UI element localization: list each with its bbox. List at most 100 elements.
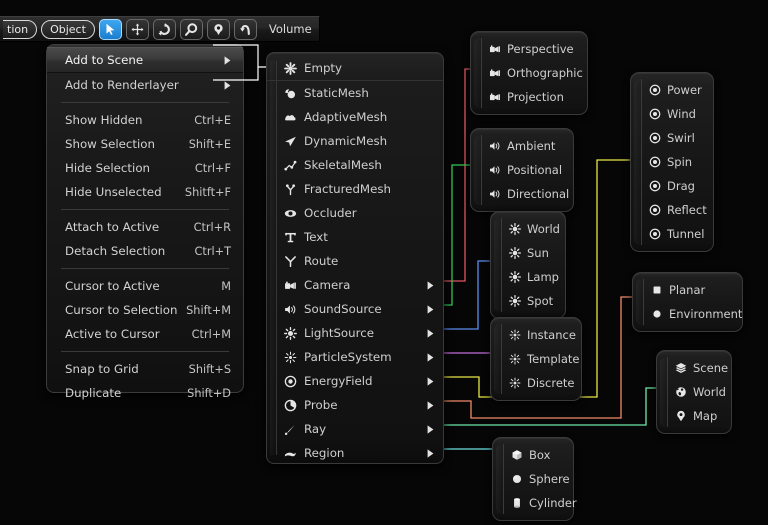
submenu-item-ray[interactable]: Ray xyxy=(267,417,443,441)
popup-item-label: Sun xyxy=(527,246,549,260)
menu-item-shortcut: M xyxy=(221,279,231,293)
popup-item-scene[interactable]: Scene xyxy=(657,356,731,380)
submenu-item-lightsource[interactable]: LightSource xyxy=(267,321,443,345)
globe-icon xyxy=(673,386,688,398)
ray-popup: Scene World Map xyxy=(656,350,732,434)
target-icon xyxy=(647,156,662,168)
popup-item-label: Projection xyxy=(507,90,564,104)
submenu-item-probe[interactable]: Probe xyxy=(267,393,443,417)
popup-item-spin[interactable]: Spin xyxy=(631,150,713,174)
menu-item-active-to-cursor[interactable]: Active to Cursor Ctrl+M xyxy=(47,322,243,346)
popup-item-spot[interactable]: Spot xyxy=(491,289,565,313)
popup-item-label: Discrete xyxy=(527,376,575,390)
submenu-arrow-icon xyxy=(427,376,434,386)
submenu-item-staticmesh[interactable]: StaticMesh xyxy=(267,81,443,105)
sun-icon xyxy=(507,295,522,307)
menu-item-shortcut: Shift+D xyxy=(187,386,231,400)
popup-item-drag[interactable]: Drag xyxy=(631,174,713,198)
popup-item-label: Map xyxy=(693,409,718,423)
submenu-item-energyfield[interactable]: EnergyField xyxy=(267,369,443,393)
submenu-arrow-icon xyxy=(427,352,434,362)
popup-item-ambient[interactable]: Ambient xyxy=(471,134,573,158)
menu-item-label: Detach Selection xyxy=(65,244,166,258)
menu-item-attach-to-active[interactable]: Attach to Active Ctrl+R xyxy=(47,215,243,239)
menu-item-show-selection[interactable]: Show Selection Shift+E xyxy=(47,132,243,156)
popup-item-lamp[interactable]: Lamp xyxy=(491,265,565,289)
menu-item-label: Active to Cursor xyxy=(65,327,160,341)
popup-item-directional[interactable]: Directional xyxy=(471,182,573,206)
popup-item-planar[interactable]: Planar xyxy=(633,278,742,302)
camera-icon xyxy=(487,67,502,79)
menu-item-cursor-to-active[interactable]: Cursor to Active M xyxy=(47,274,243,298)
particle-icon xyxy=(507,353,522,365)
popup-item-instance[interactable]: Instance xyxy=(491,323,581,347)
square-icon xyxy=(649,284,664,296)
popup-item-wind[interactable]: Wind xyxy=(631,102,713,126)
submenu-arrow-icon xyxy=(427,280,434,290)
menu-item-hide-unselected[interactable]: Hide Unselected Shitft+F xyxy=(47,180,243,204)
submenu-item-soundsource[interactable]: SoundSource xyxy=(267,297,443,321)
menu-item-show-hidden[interactable]: Show Hidden Ctrl+E xyxy=(47,108,243,132)
light-popup: World Sun Lamp Spot xyxy=(490,211,566,319)
submenu-arrow-icon xyxy=(224,80,231,90)
target-icon xyxy=(282,375,298,388)
submenu-item-skeletalmesh[interactable]: SkeletalMesh xyxy=(267,153,443,177)
menu-separator xyxy=(61,209,229,210)
route-y-icon xyxy=(282,255,298,268)
popup-item-world[interactable]: World xyxy=(491,217,565,241)
submenu-item-occluder[interactable]: Occluder xyxy=(267,201,443,225)
popup-item-cylinder[interactable]: Cylinder xyxy=(493,491,577,515)
fracture-icon xyxy=(282,183,298,196)
popup-item-discrete[interactable]: Discrete xyxy=(491,371,581,395)
sun-icon xyxy=(507,271,522,283)
popup-item-template[interactable]: Template xyxy=(491,347,581,371)
menu-item-hide-selection[interactable]: Hide Selection Ctrl+F xyxy=(47,156,243,180)
particle-icon xyxy=(507,329,522,341)
menu-item-detach-selection[interactable]: Detach Selection Ctrl+T xyxy=(47,239,243,263)
menu-item-cursor-to-selection[interactable]: Cursor to Selection Shift+M xyxy=(47,298,243,322)
sound-popup: Ambient Positional Directional xyxy=(470,128,574,212)
submenu-item-route[interactable]: Route xyxy=(267,249,443,273)
popup-item-power[interactable]: Power xyxy=(631,78,713,102)
popup-item-reflect[interactable]: Reflect xyxy=(631,198,713,222)
popup-item-sun[interactable]: Sun xyxy=(491,241,565,265)
submenu-item-label: SoundSource xyxy=(304,302,382,316)
submenu-item-fracturedmesh[interactable]: FracturedMesh xyxy=(267,177,443,201)
popup-item-tunnel[interactable]: Tunnel xyxy=(631,222,713,246)
popup-item-sphere[interactable]: Sphere xyxy=(493,467,573,491)
submenu-item-camera[interactable]: Camera xyxy=(267,273,443,297)
popup-item-box[interactable]: Box xyxy=(493,443,573,467)
popup-item-positional[interactable]: Positional xyxy=(471,158,573,182)
menu-item-add-to-scene[interactable]: Add to Scene xyxy=(47,47,243,73)
menu-item-add-to-renderlayer[interactable]: Add to Renderlayer xyxy=(47,73,243,97)
menu-item-snap-to-grid[interactable]: Snap to Grid Shift+S xyxy=(47,357,243,381)
submenu-item-region[interactable]: Region xyxy=(267,441,443,465)
submenu-item-particlesystem[interactable]: ParticleSystem xyxy=(267,345,443,369)
submenu-item-text[interactable]: Text xyxy=(267,225,443,249)
popup-item-label: Swirl xyxy=(667,131,695,145)
popup-item-environment[interactable]: Environment xyxy=(633,302,742,326)
submenu-item-empty[interactable]: Empty xyxy=(267,56,443,81)
menu-item-shortcut: Ctrl+E xyxy=(194,113,231,127)
menu-item-label: Hide Unselected xyxy=(65,185,162,199)
target-icon xyxy=(647,180,662,192)
menu-item-label: Cursor to Selection xyxy=(65,303,178,317)
popup-item-label: World xyxy=(527,222,560,236)
popup-item-projection[interactable]: Projection xyxy=(471,85,587,109)
menu-item-shortcut: Shift+S xyxy=(188,362,231,376)
popup-item-map[interactable]: Map xyxy=(657,404,731,428)
popup-item-label: Wind xyxy=(667,107,696,121)
cloud-mesh-icon xyxy=(282,111,298,124)
popup-item-swirl[interactable]: Swirl xyxy=(631,126,713,150)
popup-item-world[interactable]: World xyxy=(657,380,731,404)
popup-item-orthographic[interactable]: Orthographic xyxy=(471,61,587,85)
menu-item-label: Show Selection xyxy=(65,137,155,151)
submenu-item-label: Occluder xyxy=(304,206,357,220)
menu-item-duplicate[interactable]: Duplicate Shift+D xyxy=(47,381,243,405)
submenu-item-adaptivemesh[interactable]: AdaptiveMesh xyxy=(267,105,443,129)
popup-item-perspective[interactable]: Perspective xyxy=(471,37,587,61)
menu-item-shortcut: Ctrl+F xyxy=(194,161,231,175)
particle-icon xyxy=(507,377,522,389)
submenu-item-label: FracturedMesh xyxy=(304,182,391,196)
submenu-item-dynamicmesh[interactable]: DynamicMesh xyxy=(267,129,443,153)
